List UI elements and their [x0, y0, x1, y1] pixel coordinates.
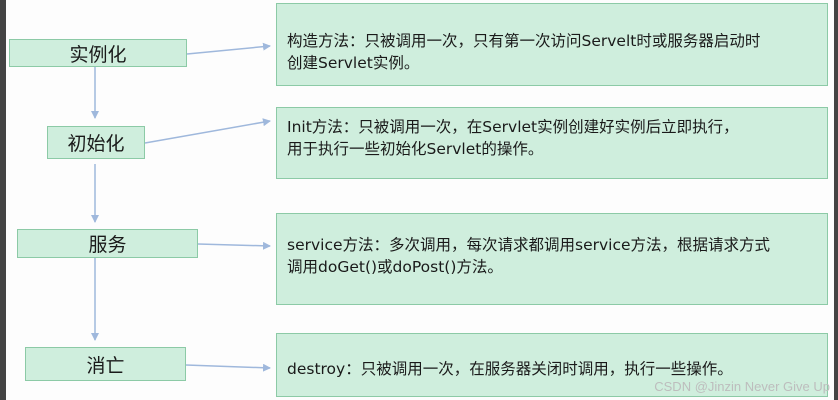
- watermark: CSDN @Jinzin Never Give Up: [654, 379, 830, 394]
- stage-label: 初始化: [67, 133, 125, 155]
- stage-init: 初始化: [47, 126, 145, 159]
- description-line: 创建Servlet实例。: [287, 54, 420, 72]
- description-line: Init方法：只被调用一次，在Servlet实例创建好实例后立即执行，: [287, 118, 739, 136]
- stage-label: 消亡: [86, 354, 125, 377]
- arrow-destroy-to-desc: [185, 363, 271, 372]
- stage-service: 服务: [17, 229, 198, 258]
- description-line: 用于执行一些初始化Servlet的操作。: [287, 140, 544, 158]
- frame-right-edge: [834, 0, 838, 400]
- stage-destroy: 消亡: [25, 347, 186, 381]
- arrow-init-to-desc: [144, 118, 271, 144]
- description-service: service方法：多次调用，每次请求都调用service方法，根据请求方式 调…: [276, 213, 828, 305]
- description-init: Init方法：只被调用一次，在Servlet实例创建好实例后立即执行， 用于执行…: [276, 107, 828, 179]
- arrow-instantiate-to-desc: [186, 42, 271, 55]
- description-line: 调用doGet()或doPost()方法。: [287, 258, 503, 276]
- stage-label: 实例化: [69, 43, 127, 66]
- stage-label: 服务: [88, 234, 127, 256]
- frame-left-edge: [0, 0, 6, 400]
- stage-instantiate: 实例化: [9, 39, 187, 67]
- arrow-service-to-desc: [197, 241, 271, 250]
- description-instantiate: 构造方法：只被调用一次，只有第一次访问Servelt时或服务器启动时 创建Ser…: [276, 3, 828, 86]
- description-line: service方法：多次调用，每次请求都调用service方法，根据请求方式: [287, 236, 771, 254]
- description-line: 构造方法：只被调用一次，只有第一次访问Servelt时或服务器启动时: [287, 32, 761, 50]
- description-line: destroy：只被调用一次，在服务器关闭时调用，执行一些操作。: [287, 360, 733, 378]
